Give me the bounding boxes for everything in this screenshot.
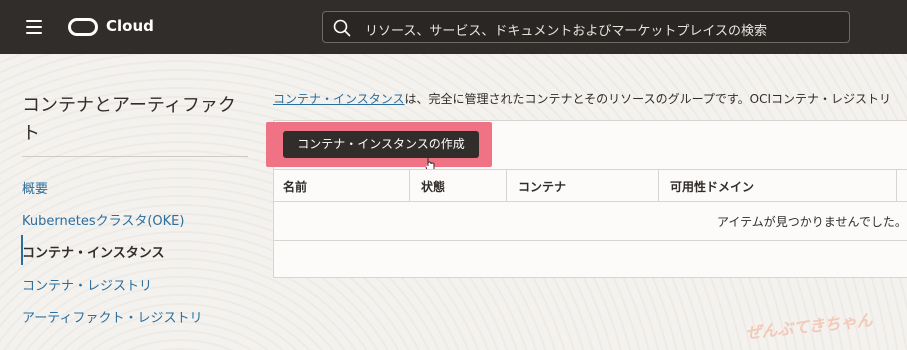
sidebar-item-overview[interactable]: 概要	[22, 178, 48, 197]
column-divider	[896, 170, 897, 201]
search-placeholder: リソース、サービス、ドキュメントおよびマーケットプレイスの検索	[365, 24, 767, 39]
column-header-name[interactable]: 名前	[283, 178, 307, 195]
page-description: コンテナ・インスタンスは、完全に管理されたコンテナとそのリソースのグループです。…	[273, 90, 891, 107]
column-header-containers[interactable]: コンテナ	[518, 178, 566, 195]
sidebar-divider	[22, 156, 248, 157]
column-header-state[interactable]: 状態	[421, 178, 445, 195]
sidebar-item-container-registry[interactable]: コンテナ・レジストリ	[22, 275, 152, 294]
create-container-instance-button[interactable]: コンテナ・インスタンスの作成	[283, 131, 479, 158]
oracle-logo-icon[interactable]	[68, 18, 98, 36]
column-header-availability-domain[interactable]: 可用性ドメイン	[670, 178, 754, 195]
empty-table-message: アイテムが見つかりませんでした。	[717, 215, 907, 229]
column-divider	[506, 170, 507, 201]
search-input[interactable]: リソース、サービス、ドキュメントおよびマーケットプレイスの検索	[322, 11, 850, 43]
table-row-divider	[274, 240, 907, 241]
description-text: は、完全に管理されたコンテナとそのリソースのグループです。OCIコンテナ・レジス…	[404, 92, 892, 106]
sidebar-title: コンテナとアーティファクト	[22, 95, 236, 144]
top-bar: Cloud リソース、サービス、ドキュメントおよびマーケットプレイスの検索	[0, 0, 907, 54]
brand-name[interactable]: Cloud	[106, 17, 154, 35]
sidebar-item-artifact-registry[interactable]: アーティファクト・レジストリ	[22, 307, 202, 326]
column-divider	[409, 170, 410, 201]
sidebar-item-container-instances[interactable]: コンテナ・インスタンス	[22, 242, 164, 261]
menu-icon[interactable]	[26, 20, 42, 34]
sidebar-item-kubernetes-clusters[interactable]: Kubernetesクラスタ(OKE)	[22, 210, 184, 229]
container-instances-link[interactable]: コンテナ・インスタンス	[273, 92, 405, 106]
search-icon	[333, 19, 351, 37]
table-header: 名前 状態 コンテナ 可用性ドメイン	[274, 169, 907, 202]
column-divider	[658, 170, 659, 201]
